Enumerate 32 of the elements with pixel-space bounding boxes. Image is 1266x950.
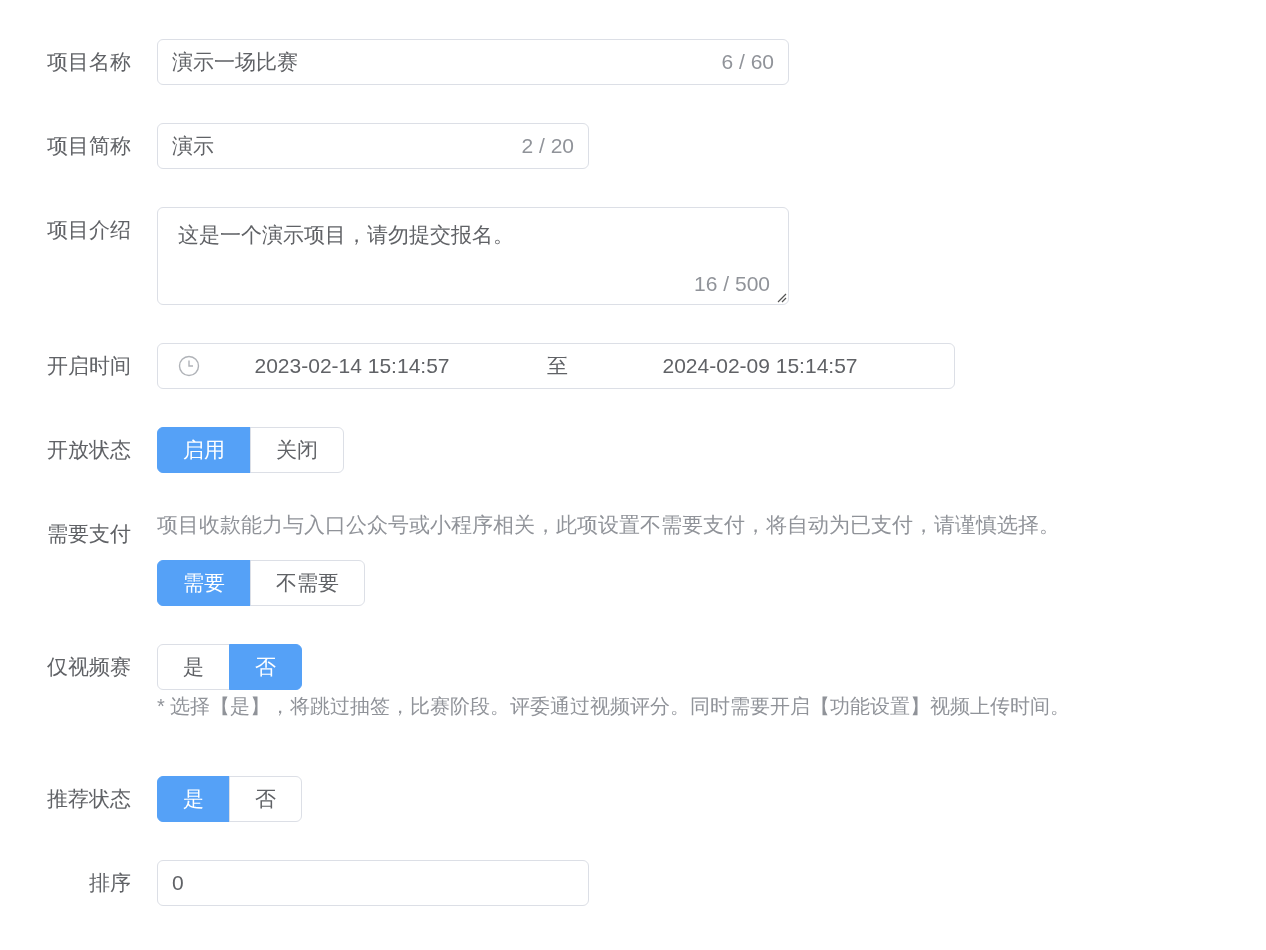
field-label: 开启时间: [46, 353, 131, 379]
input-value: 演示: [172, 133, 215, 159]
date-range-field[interactable]: 2023-02-14 15:14:57 至 2024-02-09 15:14:57: [157, 343, 955, 389]
field-label: 需要支付: [46, 521, 131, 547]
clock-icon: [178, 355, 200, 377]
radio-button[interactable]: 是: [157, 644, 230, 690]
resize-handle-icon[interactable]: [775, 291, 787, 303]
textarea-field[interactable]: 这是一个演示项目，请勿提交报名。 16 / 500: [157, 207, 789, 305]
textarea-value: 这是一个演示项目，请勿提交报名。: [178, 222, 514, 248]
char-counter: 16 / 500: [694, 272, 770, 296]
radio-button[interactable]: 不需要: [249, 560, 365, 606]
field-label: 仅视频赛: [46, 654, 131, 680]
input-field[interactable]: 0: [157, 860, 589, 906]
radio-button[interactable]: 否: [228, 776, 302, 822]
char-counter: 6 / 60: [721, 50, 774, 74]
help-text: * 选择【是】，将跳过抽签，比赛阶段。评委通过视频评分。同时需要开启【功能设置】视频上传时间。: [157, 694, 1071, 718]
field-label: 排序: [88, 870, 131, 896]
field-label: 项目简称: [46, 133, 131, 159]
input-value: 演示一场比赛: [172, 49, 299, 75]
end-date[interactable]: 2024-02-09 15:14:57: [610, 354, 910, 378]
field-label: 推荐状态: [46, 786, 131, 812]
range-separator: 至: [545, 353, 569, 379]
input-value: 0: [172, 871, 185, 895]
field-label: 开放状态: [46, 437, 131, 463]
char-counter: 2 / 20: [521, 134, 574, 158]
input-field[interactable]: 演示一场比赛 6 / 60: [157, 39, 789, 85]
field-label: 项目介绍: [46, 217, 131, 243]
radio-button[interactable]: 关闭: [249, 427, 344, 473]
field-label: 项目名称: [46, 49, 131, 75]
input-field[interactable]: 演示 2 / 20: [157, 123, 589, 169]
help-text: 项目收款能力与入口公众号或小程序相关，此项设置不需要支付，将自动为已支付，请谨慎选择。: [157, 512, 1060, 538]
start-date[interactable]: 2023-02-14 15:14:57: [200, 354, 504, 378]
